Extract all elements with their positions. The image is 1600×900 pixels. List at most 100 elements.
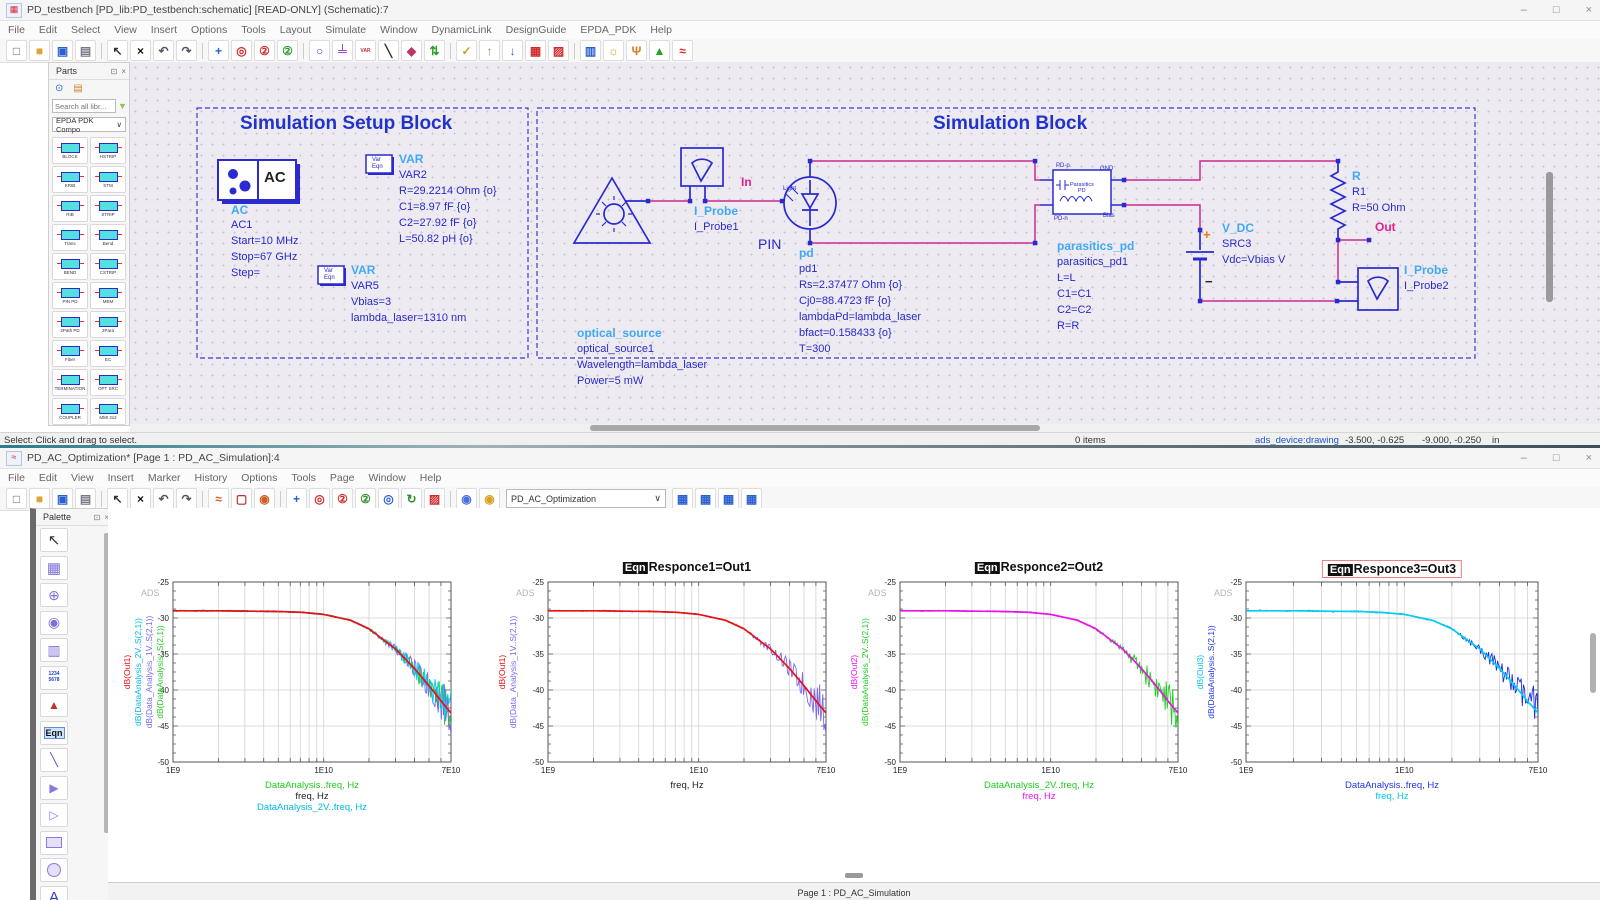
plot-4[interactable]: EqnResponce3=Out3ADS-25-30-35-40-45-501E… [1190,520,1565,855]
link-data-button[interactable]: ◉ [456,488,477,509]
data-menu-options[interactable]: Options [241,472,277,484]
part-bend[interactable]: BEND [52,253,88,280]
pointer-button[interactable]: ↖ [107,488,128,509]
part-2para[interactable]: 2Para [90,311,126,338]
schematic-menu-dynamiclink[interactable]: DynamicLink [432,24,492,36]
zoom-out-2-button[interactable]: ② [332,488,353,509]
new-button[interactable]: □ [6,40,27,61]
schematic-menu-insert[interactable]: Insert [151,24,177,36]
maximize-button[interactable]: □ [1553,452,1560,464]
part-rib[interactable]: RIB [52,195,88,222]
undo-button[interactable]: ↶ [153,488,174,509]
filter-icon[interactable]: ▼ [118,101,127,111]
data-display-button[interactable]: ≈ [672,40,693,61]
pan-button[interactable]: + [208,40,229,61]
data-menu-view[interactable]: View [71,472,94,484]
antenna-plot-tool[interactable]: ▲ [40,693,68,717]
wire-button[interactable]: ╲ [378,40,399,61]
smith-chart-tool[interactable]: ◉ [40,611,68,635]
save-button[interactable]: ▣ [52,40,73,61]
optimize-button[interactable]: ☼ [603,40,624,61]
dataset-3-button[interactable]: ▦ [718,488,739,509]
display-opts-button[interactable]: ▥ [580,40,601,61]
zoom-area-button[interactable]: ◎ [231,40,252,61]
schematic-vertical-scrollbar[interactable] [1546,172,1553,302]
wire-label-button[interactable]: ◆ [401,40,422,61]
plot-2[interactable]: EqnResponce1=Out1ADS-25-30-35-40-45-501E… [492,520,852,855]
data-menu-history[interactable]: History [195,472,228,484]
part-coupler[interactable]: COUPLER [52,398,88,425]
part-mmi-2x2[interactable]: MMI 2x2 [90,398,126,425]
insert-plot-button[interactable]: ▢ [231,488,252,509]
deactivate-x-button[interactable]: ▨ [548,40,569,61]
data-menu-edit[interactable]: Edit [39,472,57,484]
palette-float-icon[interactable]: ⊡ [94,513,101,522]
deactivate-button[interactable]: ▦ [525,40,546,61]
arrow-tool[interactable]: ▶ [40,776,68,800]
stacked-plot-tool[interactable]: ▥ [40,638,68,662]
undo-button[interactable]: ↶ [153,40,174,61]
new-button[interactable]: □ [6,488,27,509]
minimize-button[interactable]: – [1521,452,1527,464]
close-button[interactable]: × [1586,4,1592,16]
part-krib[interactable]: KRIB [52,166,88,193]
part-trans[interactable]: Trans [52,224,88,251]
parts-float-icon[interactable]: ⊡ [111,67,118,76]
part-stm[interactable]: STM [90,166,126,193]
push-pop-button[interactable]: ⇅ [424,40,445,61]
equation-tool[interactable]: Eqn [40,721,68,745]
rectangle-tool[interactable] [40,831,68,855]
polar-plot-tool[interactable]: ⊕ [40,583,68,607]
link-sim-button[interactable]: ◉ [479,488,500,509]
part-2path-pd[interactable]: 2Path PD [52,311,88,338]
part-strip[interactable]: STRIP [90,195,126,222]
optical-source-symbol[interactable] [574,178,650,243]
dataset-combo[interactable]: PD_AC_Optimization∨ [506,489,666,508]
data-menu-page[interactable]: Page [330,472,355,484]
i-probe1-symbol[interactable] [681,148,723,201]
pointer-tool[interactable]: ↖ [40,528,68,552]
minimize-button[interactable]: – [1521,4,1527,16]
zoom-area-button[interactable]: ◎ [309,488,330,509]
schematic-menu-layout[interactable]: Layout [280,24,312,36]
data-menu-marker[interactable]: Marker [148,472,181,484]
sim-settings-button[interactable]: ↓ [502,40,523,61]
simulate-button[interactable]: ✓ [456,40,477,61]
grow-button[interactable]: ▲ [649,40,670,61]
print-button[interactable]: ▤ [75,40,96,61]
part-mem[interactable]: MEM [90,282,126,309]
part-ec[interactable]: EC [90,340,126,367]
plot-3[interactable]: EqnResponce2=Out2ADS-25-30-35-40-45-501E… [844,520,1204,855]
parts-library-dropdown[interactable]: EPDA PDK Compo ∨ [52,117,126,132]
tune-button[interactable]: Ψ [626,40,647,61]
dataset-4-button[interactable]: ▦ [741,488,762,509]
data-menu-window[interactable]: Window [368,472,405,484]
part-termination[interactable]: TERMINATION [52,369,88,396]
parts-close-icon[interactable]: × [121,67,126,76]
page-tab[interactable]: Page 1 : PD_AC_Simulation [797,888,910,898]
delete-button[interactable]: × [130,488,151,509]
ground-button[interactable]: ╧ [332,40,353,61]
print-button[interactable]: ▤ [75,488,96,509]
zoom-in-2-button[interactable]: ② [277,40,298,61]
circle-tool[interactable] [40,858,68,882]
ac-symbol-button[interactable]: ◉ [254,488,275,509]
pointer-button[interactable]: ↖ [107,40,128,61]
parts-search-input[interactable] [52,99,116,113]
insert-pin-button[interactable]: ○ [309,40,330,61]
part-pin-pd[interactable]: PIN PD [52,282,88,309]
text-tool[interactable]: A [40,886,68,900]
polygon-arrow-tool[interactable]: ▷ [40,803,68,827]
magnify-button[interactable]: ◎ [378,488,399,509]
schematic-menu-tools[interactable]: Tools [241,24,266,36]
plots-vertical-scrollbar[interactable] [1590,633,1596,693]
schematic-canvas[interactable]: Simulation Setup BlockACACAC1Start=10 MH… [130,62,1600,424]
library-browser-icon[interactable]: ▤ [73,83,82,94]
data-menu-insert[interactable]: Insert [108,472,134,484]
schematic-menu-edit[interactable]: Edit [39,24,57,36]
redo-button[interactable]: ↷ [176,488,197,509]
schematic-menu-help[interactable]: Help [650,24,672,36]
schematic-menu-epda_pdk[interactable]: EPDA_PDK [580,24,636,36]
i-probe2-symbol[interactable] [1337,268,1398,310]
redo-button[interactable]: ↷ [176,40,197,61]
